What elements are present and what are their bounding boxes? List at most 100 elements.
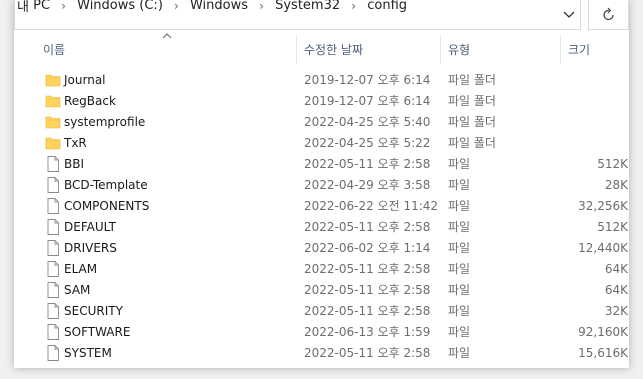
column-header-size[interactable]: 크기 xyxy=(568,32,590,62)
file-row[interactable]: ELAM 2022-05-11 오후 2:58 파일 64K xyxy=(14,259,629,280)
file-size: 12,440K xyxy=(578,241,628,255)
file-row[interactable]: COMPONENTS 2022-06-22 오전 11:42 파일 32,256K xyxy=(14,196,629,217)
file-date: 2022-05-11 오후 2:58 xyxy=(304,262,431,276)
file-type: 파일 xyxy=(448,283,471,297)
file-size: 32,256K xyxy=(578,199,628,213)
file-name: DRIVERS xyxy=(64,241,117,255)
file-type: 파일 폴더 xyxy=(448,136,496,150)
file-icon xyxy=(45,156,61,172)
file-date: 2019-12-07 오후 6:14 xyxy=(304,73,431,87)
file-icon xyxy=(45,282,61,298)
file-date: 2022-05-11 오후 2:58 xyxy=(304,157,431,171)
breadcrumb-drive[interactable]: Windows (C:) xyxy=(77,0,163,13)
breadcrumb-separator-icon[interactable]: › xyxy=(61,0,66,13)
file-date: 2022-04-29 오후 3:58 xyxy=(304,178,431,192)
file-name: SYSTEM xyxy=(64,346,112,360)
file-size: 512K xyxy=(597,220,628,234)
file-row[interactable]: DEFAULT 2022-05-11 오후 2:58 파일 512K xyxy=(14,217,629,238)
file-type: 파일 폴더 xyxy=(448,115,496,129)
breadcrumb-pc[interactable]: PC xyxy=(33,0,50,13)
file-name: DEFAULT xyxy=(64,220,116,234)
file-name: systemprofile xyxy=(64,115,146,129)
file-size: 32K xyxy=(604,304,628,318)
file-row[interactable]: SECURITY 2022-05-11 오후 2:58 파일 32K xyxy=(14,301,629,322)
file-icon xyxy=(45,219,61,235)
column-header-date[interactable]: 수정한 날짜 xyxy=(304,32,363,62)
column-header-type[interactable]: 유형 xyxy=(448,32,470,62)
file-type: 파일 xyxy=(448,157,471,171)
file-date: 2022-05-11 오후 2:58 xyxy=(304,346,431,360)
breadcrumb-config[interactable]: config xyxy=(367,0,407,13)
file-row[interactable]: SOFTWARE 2022-06-13 오후 1:59 파일 92,160K xyxy=(14,322,629,343)
file-type: 파일 xyxy=(448,346,471,360)
file-date: 2022-04-25 오후 5:22 xyxy=(304,136,431,150)
folder-icon xyxy=(45,114,61,130)
column-divider[interactable] xyxy=(296,36,297,64)
file-size: 15,616K xyxy=(578,346,628,360)
file-date: 2022-06-13 오후 1:59 xyxy=(304,325,431,339)
file-row[interactable]: SYSTEM 2022-05-11 오후 2:58 파일 15,616K xyxy=(14,343,629,364)
file-date: 2022-04-25 오후 5:40 xyxy=(304,115,431,129)
folder-icon xyxy=(45,72,61,88)
file-date: 2019-12-07 오후 6:14 xyxy=(304,94,431,108)
file-size: 92,160K xyxy=(578,325,628,339)
breadcrumb-system32[interactable]: System32 xyxy=(275,0,340,13)
file-icon xyxy=(45,303,61,319)
file-name: TxR xyxy=(64,136,87,150)
file-date: 2022-06-02 오후 1:14 xyxy=(304,241,431,255)
refresh-button[interactable] xyxy=(588,0,629,30)
file-size: 64K xyxy=(604,283,628,297)
address-bar[interactable]: 내 PC › Windows (C:) › Windows › System32… xyxy=(14,0,581,30)
file-row[interactable]: DRIVERS 2022-06-02 오후 1:14 파일 12,440K xyxy=(14,238,629,259)
file-date: 2022-05-11 오후 2:58 xyxy=(304,283,431,297)
breadcrumb-separator-icon[interactable]: › xyxy=(174,0,179,13)
file-icon xyxy=(45,240,61,256)
file-row[interactable]: Journal 2019-12-07 오후 6:14 파일 폴더 xyxy=(14,70,629,91)
file-icon xyxy=(45,198,61,214)
file-type: 파일 xyxy=(448,262,471,276)
breadcrumb: 내 PC › Windows (C:) › Windows › System32… xyxy=(17,0,407,15)
file-type: 파일 xyxy=(448,220,471,234)
refresh-icon xyxy=(602,6,616,26)
column-header-row: 이름 수정한 날짜 유형 크기 xyxy=(14,31,629,64)
file-type: 파일 폴더 xyxy=(448,94,496,108)
file-icon xyxy=(45,324,61,340)
sort-ascending-icon xyxy=(162,31,172,42)
folder-icon xyxy=(45,93,61,109)
breadcrumb-separator-icon[interactable]: › xyxy=(259,0,264,13)
file-name: SAM xyxy=(64,283,91,297)
file-date: 2022-05-11 오후 2:58 xyxy=(304,220,431,234)
file-icon xyxy=(45,345,61,361)
file-type: 파일 xyxy=(448,325,471,339)
column-divider[interactable] xyxy=(560,36,561,64)
file-type: 파일 xyxy=(448,199,471,213)
file-type: 파일 xyxy=(448,304,471,318)
file-row[interactable]: RegBack 2019-12-07 오후 6:14 파일 폴더 xyxy=(14,91,629,112)
file-size: 512K xyxy=(597,157,628,171)
file-row[interactable]: TxR 2022-04-25 오후 5:22 파일 폴더 xyxy=(14,133,629,154)
file-name: ELAM xyxy=(64,262,98,276)
breadcrumb-separator-icon[interactable]: › xyxy=(351,0,356,13)
file-name: SECURITY xyxy=(64,304,123,318)
file-size: 28K xyxy=(604,178,628,192)
file-type: 파일 xyxy=(448,178,471,192)
column-header-name[interactable]: 이름 xyxy=(43,32,65,62)
file-date: 2022-06-22 오전 11:42 xyxy=(304,199,439,213)
file-size: 64K xyxy=(604,262,628,276)
file-row[interactable]: BCD-Template 2022-04-29 오후 3:58 파일 28K xyxy=(14,175,629,196)
breadcrumb-prefix: 내 xyxy=(17,0,29,15)
file-name: COMPONENTS xyxy=(64,199,150,213)
folder-icon xyxy=(45,135,61,151)
file-row[interactable]: systemprofile 2022-04-25 오후 5:40 파일 폴더 xyxy=(14,112,629,133)
breadcrumb-windows[interactable]: Windows xyxy=(190,0,248,13)
file-row[interactable]: BBI 2022-05-11 오후 2:58 파일 512K xyxy=(14,154,629,175)
file-name: Journal xyxy=(64,73,106,87)
file-date: 2022-05-11 오후 2:58 xyxy=(304,304,431,318)
file-name: SOFTWARE xyxy=(64,325,131,339)
file-row[interactable]: SAM 2022-05-11 오후 2:58 파일 64K xyxy=(14,280,629,301)
file-name: RegBack xyxy=(64,94,116,108)
column-divider[interactable] xyxy=(440,36,441,64)
chevron-down-icon[interactable] xyxy=(558,4,580,28)
file-type: 파일 폴더 xyxy=(448,73,496,87)
file-explorer-window: 내 PC › Windows (C:) › Windows › System32… xyxy=(14,0,629,368)
